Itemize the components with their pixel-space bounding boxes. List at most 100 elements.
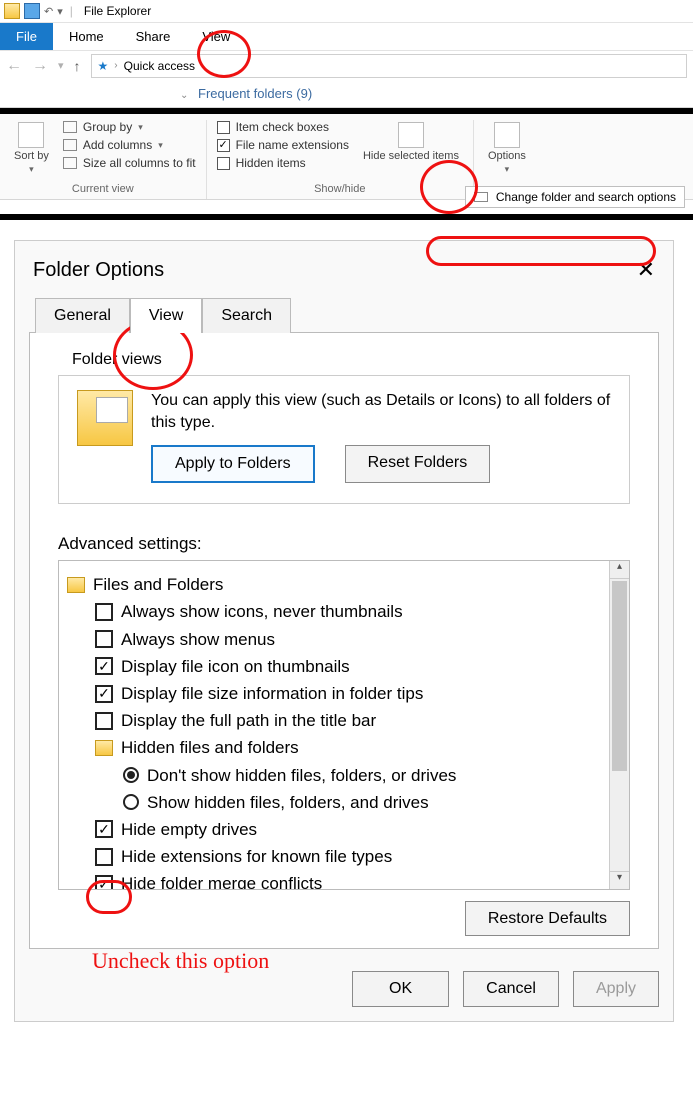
folder-views-text: You can apply this view (such as Details… [151, 390, 611, 433]
tab-general[interactable]: General [35, 298, 130, 333]
nav-toolbar: ← → ▾ ↑ ★ › Quick access [0, 50, 693, 80]
checkbox-icon [95, 630, 113, 648]
checkbox-checked-icon [95, 657, 113, 675]
checkbox-icon [95, 712, 113, 730]
group-show-hide: Item check boxes File name extensions Hi… [207, 120, 474, 199]
options-icon [494, 122, 520, 148]
group-by-icon [63, 121, 77, 133]
opt-hide-extensions[interactable]: Hide extensions for known file types [67, 843, 601, 870]
scroll-thumb[interactable] [612, 581, 627, 771]
group-current-view: Sort by ▾ Group by ▾ Add columns ▾ Size al… [0, 120, 207, 199]
opt-display-size-tips[interactable]: Display file size information in folder … [67, 680, 601, 707]
dialog-title: Folder Options [33, 259, 164, 282]
scrollbar[interactable]: ▴ ▾ [609, 561, 629, 889]
sort-by-button[interactable]: Sort by ▾ [10, 120, 53, 177]
back-button[interactable]: ← [6, 57, 22, 75]
item-check-boxes-toggle[interactable]: Item check boxes [217, 120, 349, 134]
add-columns-label: Add columns [83, 138, 152, 152]
address-bar[interactable]: ★ › Quick access [91, 54, 687, 78]
hide-selected-icon [398, 122, 424, 148]
tab-share[interactable]: Share [120, 23, 187, 50]
tab-home[interactable]: Home [53, 23, 120, 50]
frequent-folders-header[interactable]: ⌄ Frequent folders (9) [0, 80, 693, 107]
apply-button[interactable]: Apply [573, 971, 659, 1007]
folder-icon [67, 577, 85, 593]
restore-defaults-button[interactable]: Restore Defaults [465, 901, 630, 936]
dialog-panel: Folder views You can apply this view (su… [29, 332, 659, 949]
chevron-down-icon: ▾ [29, 164, 34, 175]
group-by-button[interactable]: Group by ▾ [63, 120, 196, 134]
save-icon[interactable] [24, 3, 40, 19]
sort-by-label: Sort by [14, 150, 49, 162]
tab-view[interactable]: View [130, 298, 202, 333]
opt-hide-merge-conflicts[interactable]: Hide folder merge conflicts [67, 870, 601, 889]
group-label-show-hide: Show/hide [217, 183, 463, 195]
opt-label: Hide folder merge conflicts [121, 870, 322, 889]
opt-always-show-menus[interactable]: Always show menus [67, 626, 601, 653]
folder-views-icon [77, 390, 133, 446]
opt-show-hidden[interactable]: Show hidden files, folders, and drives [67, 789, 601, 816]
tab-search[interactable]: Search [202, 298, 291, 333]
checkbox-checked-icon [95, 685, 113, 703]
tab-view[interactable]: View [186, 23, 246, 50]
history-dropdown-icon[interactable]: ▾ [58, 59, 64, 72]
up-button[interactable]: ↑ [74, 58, 81, 74]
size-all-columns-button[interactable]: Size all columns to fit [63, 156, 196, 170]
node-files-and-folders: Files and Folders [67, 571, 601, 598]
folder-views-legend: Folder views [72, 351, 630, 369]
folder-options-dialog: Folder Options ✕ General View Search Fol… [14, 240, 674, 1022]
scroll-down-icon[interactable]: ▾ [610, 871, 629, 889]
add-columns-icon [63, 139, 77, 151]
hide-selected-button[interactable]: Hide selected items [359, 120, 463, 177]
qat-dropdown-icon[interactable]: ▾ [57, 5, 63, 18]
cancel-button[interactable]: Cancel [463, 971, 559, 1007]
folder-icon [4, 3, 20, 19]
file-name-extensions-toggle[interactable]: File name extensions [217, 138, 349, 152]
group-label-current-view: Current view [10, 183, 196, 195]
chevron-down-icon: ⌄ [180, 90, 188, 101]
folder-views-group: You can apply this view (such as Details… [58, 375, 630, 504]
address-text: Quick access [124, 59, 195, 73]
node-hidden-files: Hidden files and folders [67, 734, 601, 761]
opt-label: Show hidden files, folders, and drives [147, 789, 429, 816]
group-by-label: Group by [83, 120, 132, 134]
folder-icon [95, 740, 113, 756]
options-button[interactable]: Options ▾ [484, 120, 530, 181]
size-columns-icon [63, 157, 77, 169]
reset-folders-button[interactable]: Reset Folders [345, 445, 491, 483]
opt-dont-show-hidden[interactable]: Don't show hidden files, folders, or dri… [67, 762, 601, 789]
opt-label: Always show menus [121, 626, 275, 653]
titlebar: ↶ ▾ | File Explorer [0, 0, 693, 22]
opt-label: Display file icon on thumbnails [121, 653, 350, 680]
hidden-items-toggle[interactable]: Hidden items [217, 156, 349, 170]
crop-separator [0, 214, 693, 220]
opt-label: Don't show hidden files, folders, or dri… [147, 762, 456, 789]
close-button[interactable]: ✕ [637, 257, 655, 283]
chevron-down-icon: ▾ [158, 140, 163, 151]
tab-file[interactable]: File [0, 23, 53, 50]
file-name-ext-label: File name extensions [236, 138, 349, 152]
undo-icon[interactable]: ↶ [44, 5, 53, 18]
explorer-window: ↶ ▾ | File Explorer File Home Share View… [0, 0, 693, 108]
change-folder-options-item[interactable]: Change folder and search options [465, 186, 685, 208]
scroll-up-icon[interactable]: ▴ [610, 561, 629, 579]
chevron-down-icon: ▾ [138, 122, 143, 133]
checkbox-icon [217, 121, 230, 134]
opt-always-show-icons[interactable]: Always show icons, never thumbnails [67, 598, 601, 625]
opt-hide-empty-drives[interactable]: Hide empty drives [67, 816, 601, 843]
add-columns-button[interactable]: Add columns ▾ [63, 138, 196, 152]
options-label: Options [488, 150, 526, 162]
opt-display-full-path[interactable]: Display the full path in the title bar [67, 707, 601, 734]
forward-button[interactable]: → [32, 57, 48, 75]
node-label: Hidden files and folders [121, 734, 299, 761]
opt-display-file-icon-thumb[interactable]: Display file icon on thumbnails [67, 653, 601, 680]
checkbox-checked-icon [95, 875, 113, 889]
options-small-icon [474, 192, 488, 202]
apply-to-folders-button[interactable]: Apply to Folders [151, 445, 315, 483]
checkbox-icon [95, 848, 113, 866]
frequent-folders-label: Frequent folders (9) [198, 86, 312, 101]
node-label: Files and Folders [93, 571, 223, 598]
size-all-label: Size all columns to fit [83, 156, 196, 170]
ok-button[interactable]: OK [352, 971, 449, 1007]
separator: | [70, 4, 73, 18]
